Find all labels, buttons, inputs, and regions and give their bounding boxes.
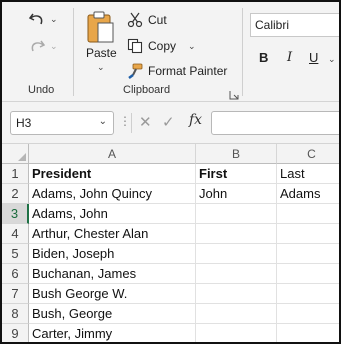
- row-header[interactable]: 8: [2, 304, 29, 324]
- cell-c4[interactable]: [277, 224, 339, 244]
- cell-a3[interactable]: Adams, John: [29, 204, 196, 224]
- excel-window: ⌄ ⌄ Undo Paste ⌄ Cut Copy ⌄ Format Paint…: [0, 0, 341, 344]
- copy-icon: [126, 37, 144, 55]
- group-divider: [73, 8, 74, 96]
- format-painter-button[interactable]: Format Painter: [126, 61, 227, 81]
- scissors-icon: [126, 11, 144, 29]
- row-header[interactable]: 9: [2, 324, 29, 342]
- cell-b2[interactable]: John: [196, 184, 277, 204]
- insert-function-button[interactable]: fx: [189, 112, 202, 128]
- formula-bar-divider: [131, 113, 132, 133]
- formula-input[interactable]: [211, 111, 339, 135]
- cell-c6[interactable]: [277, 264, 339, 284]
- cell-c2[interactable]: Adams: [277, 184, 339, 204]
- ribbon: ⌄ ⌄ Undo Paste ⌄ Cut Copy ⌄ Format Paint…: [2, 2, 339, 102]
- cell-a9[interactable]: Carter, Jimmy: [29, 324, 196, 342]
- format-painter-label: Format Painter: [148, 64, 228, 78]
- cell-b6[interactable]: [196, 264, 277, 284]
- cell-c3[interactable]: [277, 204, 339, 224]
- cell-b5[interactable]: [196, 244, 277, 264]
- paste-dropdown-chevron-icon[interactable]: ⌄: [97, 62, 105, 73]
- cell-c5[interactable]: [277, 244, 339, 264]
- column-header-b[interactable]: B: [196, 144, 277, 164]
- cell-c7[interactable]: [277, 284, 339, 304]
- copy-label: Copy: [148, 39, 177, 53]
- cell-a6[interactable]: Buchanan, James: [29, 264, 196, 284]
- cell-a1[interactable]: President: [29, 164, 196, 184]
- cut-label: Cut: [148, 13, 167, 27]
- cell-a5[interactable]: Biden, Joseph: [29, 244, 196, 264]
- paste-label: Paste: [86, 46, 117, 60]
- row-header[interactable]: 7: [2, 284, 29, 304]
- cell-a7[interactable]: Bush George W.: [29, 284, 196, 304]
- cell-a8[interactable]: Bush, George: [29, 304, 196, 324]
- column-header-a[interactable]: A: [29, 144, 196, 164]
- row-header[interactable]: 1: [2, 164, 29, 184]
- cell-a4[interactable]: Arthur, Chester Alan: [29, 224, 196, 244]
- cell-b1[interactable]: First: [196, 164, 277, 184]
- cell-b3[interactable]: [196, 204, 277, 224]
- name-box-value: H3: [16, 116, 32, 130]
- row-header[interactable]: 4: [2, 224, 29, 244]
- column-header-c[interactable]: C: [277, 144, 339, 164]
- row-header[interactable]: 2: [2, 184, 29, 204]
- copy-button[interactable]: Copy ⌄: [126, 36, 196, 56]
- cell-c1[interactable]: Last: [277, 164, 339, 184]
- clipboard-group-label: Clipboard: [123, 84, 171, 96]
- copy-dropdown-chevron-icon[interactable]: ⌄: [188, 41, 196, 52]
- undo-group-label: Undo: [28, 84, 55, 96]
- undo-icon[interactable]: [28, 11, 46, 34]
- paste-icon: [87, 11, 114, 43]
- cell-b4[interactable]: [196, 224, 277, 244]
- group-divider: [242, 8, 243, 96]
- cut-button[interactable]: Cut: [126, 10, 167, 30]
- confirm-entry-icon[interactable]: ✓: [162, 113, 175, 131]
- name-box[interactable]: H3 ⌄: [10, 111, 114, 135]
- undo-dropdown-chevron-icon[interactable]: ⌄: [50, 14, 58, 25]
- row-header[interactable]: 3: [2, 204, 29, 224]
- underline-dropdown-chevron-icon[interactable]: ⌄: [328, 54, 336, 65]
- select-all-button[interactable]: [2, 144, 29, 164]
- paintbrush-icon: [126, 62, 144, 80]
- cancel-entry-icon[interactable]: ✕: [139, 113, 152, 131]
- cell-b7[interactable]: [196, 284, 277, 304]
- italic-button[interactable]: I: [287, 50, 292, 65]
- name-box-chevron-icon[interactable]: ⌄: [99, 116, 107, 127]
- bold-button[interactable]: B: [259, 50, 268, 65]
- row-header[interactable]: 6: [2, 264, 29, 284]
- clipboard-dialog-launcher-icon[interactable]: [229, 87, 239, 100]
- more-options-icon[interactable]: ⋮: [119, 114, 131, 128]
- cell-b8[interactable]: [196, 304, 277, 324]
- underline-button[interactable]: U: [309, 50, 318, 65]
- row-header[interactable]: 5: [2, 244, 29, 264]
- font-name-input[interactable]: Calibri: [250, 13, 339, 37]
- redo-dropdown-chevron-icon[interactable]: ⌄: [50, 41, 58, 52]
- cell-a2[interactable]: Adams, John Quincy: [29, 184, 196, 204]
- cell-c9[interactable]: [277, 324, 339, 342]
- cell-b9[interactable]: [196, 324, 277, 342]
- redo-icon[interactable]: [28, 38, 46, 61]
- formula-bar: H3 ⌄ ⋮ ✕ ✓ fx: [2, 102, 339, 144]
- cell-c8[interactable]: [277, 304, 339, 324]
